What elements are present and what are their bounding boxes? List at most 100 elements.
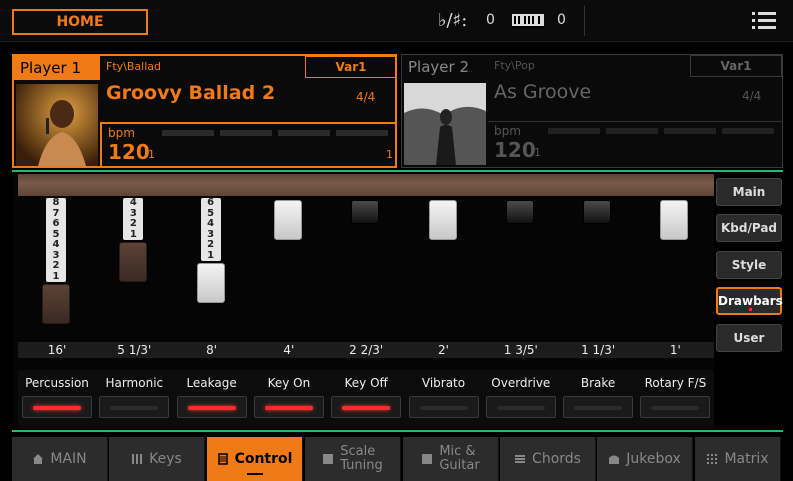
keyboard-icon[interactable] [512,14,544,28]
percussion-switch[interactable] [22,396,92,418]
led-indicator [187,406,236,410]
drawbar-1[interactable]: 87654321 [18,196,96,346]
player-2-panel[interactable]: Player 2 Fty\Pop Var1 As Groove 4/4 bpm … [401,54,783,168]
drawbar-3[interactable]: 654321 [173,196,251,346]
transpose-value[interactable]: 0 [486,12,495,28]
player-2-variation[interactable]: Var1 [690,55,782,77]
divider-bottom [12,430,783,432]
player-1-beat: 1 [148,148,155,161]
active-underline [247,473,263,475]
mic-icon [421,453,433,465]
drawbar-handle[interactable] [196,263,225,303]
led-indicator [651,406,700,410]
switch-label: Vibrato [421,376,466,390]
drawbar-handle[interactable] [660,200,689,240]
drawbar-scale: 87654321 [46,198,66,282]
drawbar-footage-label: 1 1/3' [581,343,616,357]
player-2-time-signature: 4/4 [742,89,762,103]
nav-label: Keys [149,451,182,467]
drawbar-4[interactable] [250,196,328,346]
switch-label: Rotary F/S [644,376,707,390]
player-2-tempo-box[interactable]: bpm 120 1 [488,121,782,165]
tab-user[interactable]: User [716,324,782,352]
nav-chords[interactable]: Chords [500,437,596,481]
progress-bars [162,130,394,136]
leakage-switch[interactable] [176,396,247,418]
tab-drawbars[interactable]: Drawbars [716,287,783,315]
keys-icon [131,453,143,465]
bpm-label: bpm [494,124,521,138]
chords-icon [514,453,526,465]
drawbars-panel: 87654321 4321 654321 16' 5 1/3' 8' 4' 2 2/3' 2'… [14,174,714,428]
nav-label: Matrix [724,451,769,467]
player-1-variation[interactable]: Var1 [305,56,397,78]
tab-main[interactable]: Main [716,178,782,206]
drawbar-8[interactable] [559,196,637,346]
drawbar-footage-label: 8' [206,343,218,357]
drawbar-handle[interactable] [42,284,70,324]
wood-trim [18,174,714,196]
drawbar-footage-label: 2' [438,343,449,357]
home-icon [32,453,44,465]
key-on-switch[interactable] [253,396,324,418]
player-1-panel[interactable]: Player 1 Fty\Ballad Var1 Groovy Ballad 2… [12,54,397,168]
matrix-icon [706,453,718,465]
nav-mic[interactable]: Mic & Guitar [403,437,499,481]
drawbar-6[interactable] [405,196,483,346]
key-off-switch[interactable] [331,396,402,418]
nav-jukebox[interactable]: Jukebox [597,437,693,481]
jukebox-icon [608,453,620,465]
harmonic-switch[interactable] [99,396,170,418]
drawbar-scale: 654321 [200,197,221,261]
octave-value[interactable]: 0 [557,12,566,28]
drawbar-scale: 4321 [123,198,144,240]
nav-control[interactable]: Control [207,437,303,481]
drawbar-handle[interactable] [428,200,457,240]
player-2-category: Fty\Pop [494,59,535,72]
home-button[interactable]: HOME [12,9,148,35]
drawbar-scale-number: 6 [207,197,215,208]
nav-keys[interactable]: Keys [109,437,205,481]
player-1-label: Player 1 [14,56,100,80]
led-indicator [264,406,313,410]
nav-matrix[interactable]: Matrix [695,437,781,481]
tab-style[interactable]: Style [716,251,782,279]
brake-switch[interactable] [563,396,634,418]
rotary-f-s-switch[interactable] [640,396,711,418]
switch-label: Overdrive [491,376,551,390]
drawbar-scale-number: 1 [52,270,60,282]
player-2-song-name[interactable]: As Groove [494,81,591,103]
drawbar-9[interactable] [636,196,714,346]
switch-label: Harmonic [105,376,164,390]
drawbar-handle[interactable] [583,200,612,224]
drawbar-7[interactable] [482,196,560,346]
transpose-label[interactable]: ♭/♯: [438,10,467,31]
overdrive-switch[interactable] [485,396,556,418]
scale-icon [322,453,334,465]
control-icon [217,453,229,465]
drawbar-handle[interactable] [351,200,380,224]
nav-main[interactable]: MAIN [12,437,108,481]
nav-label: MAIN [50,451,87,467]
switch-label: Percussion [25,376,89,390]
nav-label: Control [234,451,293,467]
nav-scale[interactable]: Scale Tuning [305,437,401,481]
led-indicator [574,406,623,410]
menu-list-icon[interactable] [752,12,776,32]
vibrato-switch[interactable] [408,396,479,418]
drawbar-handle[interactable] [119,242,148,282]
tab-kbd-pad[interactable]: Kbd/Pad [716,214,782,242]
drawbar-2[interactable]: 4321 [95,196,173,346]
drawbar-scale-number: 1 [129,228,137,240]
player-1-tempo-box[interactable]: bpm 120 1 1 [100,122,397,166]
drawbar-5[interactable] [327,196,405,346]
drawbar-footage-label: 16' [47,343,67,357]
player-1-song-name[interactable]: Groovy Ballad 2 [106,82,275,104]
divider-top [12,170,783,172]
drawbar-handle[interactable] [505,200,534,224]
drawbar-handle[interactable] [273,200,302,240]
drawbar-scale-number: 2 [129,218,137,229]
bottom-nav: MAIN Keys Control Scale Tuning Mic & Guitar Cho… [0,435,793,481]
player-2-image [404,83,486,165]
player-2-beat: 1 [534,146,541,159]
